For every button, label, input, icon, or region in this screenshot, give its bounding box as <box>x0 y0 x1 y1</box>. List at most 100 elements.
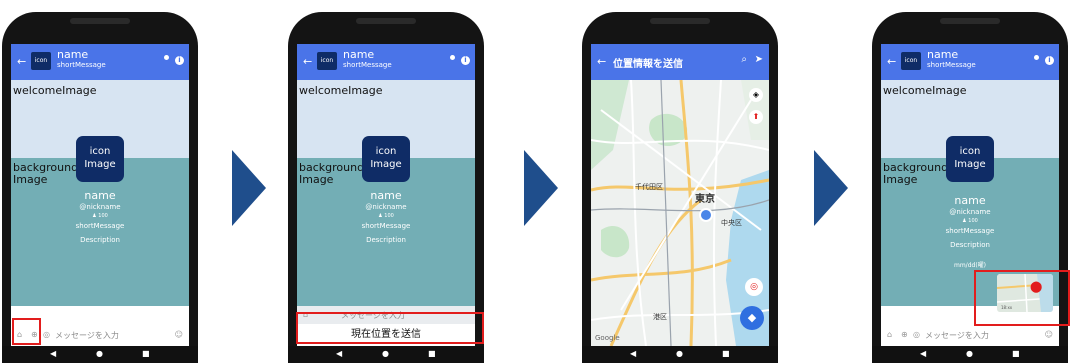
location-header: ← 位置情報を送信 ⌕ ➤ <box>591 44 769 80</box>
message-input[interactable]: メッセージを入力 <box>925 330 989 341</box>
message-input-bar: ⌂ ⊕ ◎ メッセージを入力 ☺ <box>881 324 1059 346</box>
north-icon[interactable]: ⬆ <box>749 110 763 124</box>
plus-icon[interactable]: ⊕ <box>901 330 908 339</box>
info-icon[interactable]: i <box>175 56 184 65</box>
pin-icon[interactable] <box>164 55 169 60</box>
phone-screen-1: ← icon name shortMessage i welcomeImage … <box>2 12 198 363</box>
map-label-chiyoda: 千代田区 <box>635 183 663 191</box>
chat-screen: ← icon name shortMessage i welcomeImage … <box>297 44 475 346</box>
header-short-message: shortMessage <box>927 61 976 69</box>
phone-notch <box>650 18 710 24</box>
nav-recent-icon[interactable]: ■ <box>722 349 730 358</box>
pin-icon[interactable] <box>1034 55 1039 60</box>
welcome-image-label: welcomeImage <box>299 84 383 97</box>
profile-nickname: @nickname <box>79 203 121 211</box>
android-nav-bar: ◀ ● ■ <box>582 346 778 363</box>
info-icon[interactable]: i <box>461 56 470 65</box>
nav-back-icon[interactable]: ◀ <box>630 349 636 358</box>
profile-short-message: shortMessage <box>75 222 125 230</box>
header-short-message: shortMessage <box>57 61 106 69</box>
emoji-icon[interactable]: ☺ <box>175 330 183 339</box>
phone-notch <box>70 18 130 24</box>
android-nav-bar: ◀ ● ■ <box>872 346 1068 363</box>
nav-back-icon[interactable]: ◀ <box>50 349 56 358</box>
message-date: mm/dd(曜) <box>953 262 986 269</box>
back-arrow-icon[interactable]: ← <box>303 55 312 68</box>
phone-screen-3: ← 位置情報を送信 ⌕ ➤ 東京 中央区 千代田区 港区 Google ◈ ⬆ … <box>582 12 778 363</box>
profile-description: Description <box>80 236 120 244</box>
header-icon: icon <box>901 52 921 70</box>
profile-count: ♟ 100 <box>92 213 108 219</box>
message-input[interactable]: メッセージを入力 <box>55 330 119 341</box>
welcome-image-label: welcomeImage <box>883 84 967 97</box>
icon-image: icon Image <box>362 136 410 182</box>
nav-home-icon[interactable]: ● <box>676 349 683 358</box>
phone-screen-2: ← icon name shortMessage i welcomeImage … <box>288 12 484 363</box>
icon-image: icon Image <box>946 136 994 182</box>
chat-header: ← icon name shortMessage i <box>297 44 475 80</box>
header-name: name <box>343 48 375 61</box>
compass-icon[interactable]: ◈ <box>749 88 763 102</box>
profile-nickname: @nickname <box>949 208 991 216</box>
back-arrow-icon[interactable]: ← <box>597 55 606 68</box>
info-icon[interactable]: i <box>1045 56 1054 65</box>
nav-home-icon[interactable]: ● <box>96 349 103 358</box>
home-icon[interactable]: ⌂ <box>887 330 892 339</box>
android-nav-bar: ◀ ● ■ <box>2 346 198 363</box>
current-location-dot <box>699 208 713 222</box>
background-image-label: background Image <box>299 161 365 186</box>
step-arrow-1 <box>232 150 266 226</box>
profile-name: name <box>84 189 116 202</box>
map-label-minato: 港区 <box>653 313 667 321</box>
header-short-message: shortMessage <box>343 61 392 69</box>
highlight-home-button <box>12 318 41 345</box>
location-title: 位置情報を送信 <box>613 59 683 70</box>
profile-name: name <box>370 189 402 202</box>
step-arrow-3 <box>814 150 848 226</box>
profile-name: name <box>954 194 986 207</box>
profile-count: ♟ 100 <box>378 213 394 219</box>
phone-notch <box>940 18 1000 24</box>
header-name: name <box>927 48 959 61</box>
nav-home-icon[interactable]: ● <box>966 349 973 358</box>
emoji-icon[interactable]: ☺ <box>1045 330 1053 339</box>
camera-icon[interactable]: ◎ <box>43 330 50 339</box>
nav-recent-icon[interactable]: ■ <box>1012 349 1020 358</box>
google-logo: Google <box>595 334 620 342</box>
profile-count: ♟ 100 <box>962 218 978 224</box>
send-icon[interactable]: ➤ <box>755 54 763 65</box>
nav-back-icon[interactable]: ◀ <box>920 349 926 358</box>
search-icon[interactable]: ⌕ <box>741 54 747 65</box>
map-label-tokyo: 東京 <box>695 194 715 205</box>
nav-recent-icon[interactable]: ■ <box>142 349 150 358</box>
android-nav-bar: ◀ ● ■ <box>288 346 484 363</box>
map-view[interactable]: 東京 中央区 千代田区 港区 Google ◈ ⬆ ◎ ◆ <box>591 80 769 346</box>
header-name: name <box>57 48 89 61</box>
directions-icon[interactable]: ◆ <box>740 306 764 330</box>
camera-icon[interactable]: ◎ <box>913 330 920 339</box>
header-icon: icon <box>31 52 51 70</box>
profile-short-message: shortMessage <box>945 227 995 235</box>
icon-image: icon Image <box>76 136 124 182</box>
locate-me-icon[interactable]: ◎ <box>745 278 763 296</box>
nav-recent-icon[interactable]: ■ <box>428 349 436 358</box>
chat-screen: ← icon name shortMessage i welcomeImage … <box>11 44 189 346</box>
background-image-label: background Image <box>13 161 79 186</box>
phone-notch <box>356 18 416 24</box>
location-screen: ← 位置情報を送信 ⌕ ➤ 東京 中央区 千代田区 港区 Google ◈ ⬆ … <box>591 44 769 346</box>
highlight-location-message <box>974 270 1070 326</box>
pin-icon[interactable] <box>450 55 455 60</box>
background-image-label: background Image <box>883 161 949 186</box>
nav-home-icon[interactable]: ● <box>382 349 389 358</box>
back-arrow-icon[interactable]: ← <box>887 55 896 68</box>
profile-nickname: @nickname <box>365 203 407 211</box>
chat-header: ← icon name shortMessage i <box>881 44 1059 80</box>
profile-short-message: shortMessage <box>361 222 411 230</box>
welcome-image-label: welcomeImage <box>13 84 97 97</box>
profile-description: Description <box>950 241 990 249</box>
map-label-chuo: 中央区 <box>721 219 742 227</box>
chat-header: ← icon name shortMessage i <box>11 44 189 80</box>
back-arrow-icon[interactable]: ← <box>17 55 26 68</box>
nav-back-icon[interactable]: ◀ <box>336 349 342 358</box>
step-arrow-2 <box>524 150 558 226</box>
